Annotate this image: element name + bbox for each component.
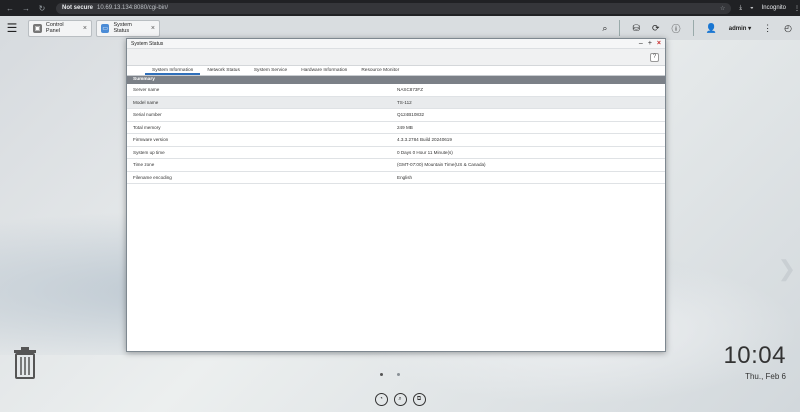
- tab-system-information[interactable]: System Information: [145, 66, 201, 75]
- window-tabs: System Information Network Status System…: [127, 66, 665, 76]
- close-icon[interactable]: ×: [151, 25, 155, 32]
- forward-icon[interactable]: →: [22, 4, 30, 13]
- more-icon[interactable]: ⋮: [763, 23, 772, 34]
- row-value: 0 Days 0 Hour 11 Minute(s): [397, 149, 453, 155]
- user-icon[interactable]: 👤: [706, 23, 717, 34]
- window-toolbar: ?: [127, 49, 665, 66]
- sync-icon[interactable]: ⟳: [652, 23, 660, 34]
- search-icon[interactable]: ⌕: [602, 23, 607, 34]
- address-bar[interactable]: Not secure 10.69.13.134:8080/cgi-bin/ ☆: [56, 2, 732, 14]
- next-page-icon[interactable]: ❯: [778, 256, 796, 282]
- system-status-window: System Status – + × ? System Information…: [126, 38, 666, 352]
- desktop-clock: 10:04 Thu., Feb 6: [723, 342, 786, 381]
- row-key: Time zone: [133, 162, 155, 168]
- row-value: Q124B10832: [397, 112, 425, 118]
- dock: ◔ ⌕ ⧉: [0, 386, 800, 412]
- system-status-icon: ▭: [101, 23, 110, 33]
- taskbar-actions: ⌕ ⛁ ⟳ ⓘ 👤 admin ▾ ⋮ ◴: [602, 20, 800, 36]
- browser-actions: ⤓ ◒ Incognito ⋮: [739, 5, 800, 12]
- download-icon[interactable]: ⤓: [739, 5, 742, 12]
- taskbar-tab-control-panel[interactable]: ▣ Control Panel ×: [28, 19, 92, 37]
- trash-icon[interactable]: [12, 347, 38, 379]
- table-row: Serial number Q124B10832: [127, 109, 665, 122]
- search-icon[interactable]: ⌕: [393, 392, 407, 406]
- incognito-label: Incognito: [761, 5, 786, 11]
- main-menu-icon[interactable]: ☰: [0, 16, 24, 40]
- tab-resource-monitor[interactable]: Resource Monitor: [354, 66, 406, 75]
- row-value: 4.3.3.2784 Build 20240619: [397, 137, 452, 143]
- table-row: Model name TS-112: [127, 96, 665, 109]
- menu-icon[interactable]: ⋮: [794, 5, 800, 12]
- page-dot[interactable]: [397, 373, 400, 376]
- control-panel-icon: ▣: [33, 23, 42, 33]
- dashboard-icon[interactable]: ◔: [374, 392, 388, 406]
- table-row: Server name NASC873FZ: [127, 84, 665, 97]
- taskbar-tab-label: System Status: [113, 22, 132, 34]
- browser-nav: ← → ↻: [0, 4, 46, 13]
- tab-network-status[interactable]: Network Status: [200, 66, 247, 75]
- taskbar-tab-label: Control Panel: [45, 22, 64, 34]
- table-row: Filename encoding English: [127, 172, 665, 184]
- row-key: Total memory: [133, 124, 161, 130]
- incognito-icon: ◒: [750, 5, 754, 11]
- not-secure-badge[interactable]: Not secure: [62, 5, 93, 11]
- help-button[interactable]: ?: [650, 52, 659, 62]
- reload-icon[interactable]: ↻: [38, 4, 46, 13]
- table-row: Total memory 249 MB: [127, 122, 665, 134]
- window-title: System Status: [131, 40, 164, 47]
- taskbar-tab-system-status[interactable]: ▭ System Status ×: [96, 19, 160, 37]
- row-value: (GMT-07:00) Mountain Time(US & Canada): [397, 162, 486, 168]
- url-text[interactable]: 10.69.13.134:8080/cgi-bin/: [97, 5, 168, 11]
- minimize-icon[interactable]: –: [639, 40, 643, 47]
- user-menu[interactable]: admin ▾: [729, 25, 751, 32]
- section-header: Summary: [127, 76, 665, 84]
- row-key: Firmware version: [133, 137, 169, 143]
- divider: [692, 20, 694, 36]
- tab-system-service[interactable]: System Service: [247, 66, 294, 75]
- divider: [619, 20, 621, 36]
- maximize-icon[interactable]: +: [648, 40, 652, 47]
- row-value: NASC873FZ: [397, 87, 424, 93]
- info-icon[interactable]: ⓘ: [672, 22, 681, 35]
- row-value: 249 MB: [397, 124, 413, 130]
- close-icon[interactable]: ×: [83, 25, 87, 32]
- qsync-icon[interactable]: ⧉: [412, 392, 426, 406]
- clock-time: 10:04: [723, 342, 786, 369]
- clock-date: Thu., Feb 6: [745, 372, 786, 381]
- back-icon[interactable]: ←: [6, 4, 14, 13]
- dashboard-icon[interactable]: ◴: [784, 23, 792, 34]
- row-key: Server name: [133, 87, 160, 93]
- window-controls: – + ×: [639, 40, 661, 47]
- window-titlebar: System Status – + ×: [127, 39, 665, 49]
- tab-hardware-information[interactable]: Hardware Information: [294, 66, 354, 75]
- close-icon[interactable]: ×: [657, 40, 661, 47]
- row-key: Serial number: [133, 112, 162, 118]
- background-task-icon[interactable]: ⛁: [632, 23, 640, 34]
- info-table: Server name NASC873FZ Model name TS-112 Se…: [127, 84, 665, 184]
- page-indicator: [380, 373, 400, 376]
- row-key: Filename encoding: [133, 174, 172, 180]
- qts-taskbar: ☰ ▣ Control Panel × ▭ System Status × ⌕ …: [0, 16, 800, 40]
- browser-chrome: ← → ↻ Not secure 10.69.13.134:8080/cgi-b…: [0, 0, 800, 16]
- row-key: System up time: [133, 149, 165, 155]
- table-row: Firmware version 4.3.3.2784 Build 2024061…: [127, 134, 665, 147]
- row-value: English: [397, 174, 413, 180]
- page-dot[interactable]: [380, 373, 383, 376]
- row-value: TS-112: [397, 99, 412, 105]
- table-row: System up time 0 Days 0 Hour 11 Minute(s): [127, 147, 665, 159]
- table-row: Time zone (GMT-07:00) Mountain Time(US & …: [127, 159, 665, 172]
- row-key: Model name: [133, 99, 159, 105]
- star-icon[interactable]: ☆: [720, 5, 725, 12]
